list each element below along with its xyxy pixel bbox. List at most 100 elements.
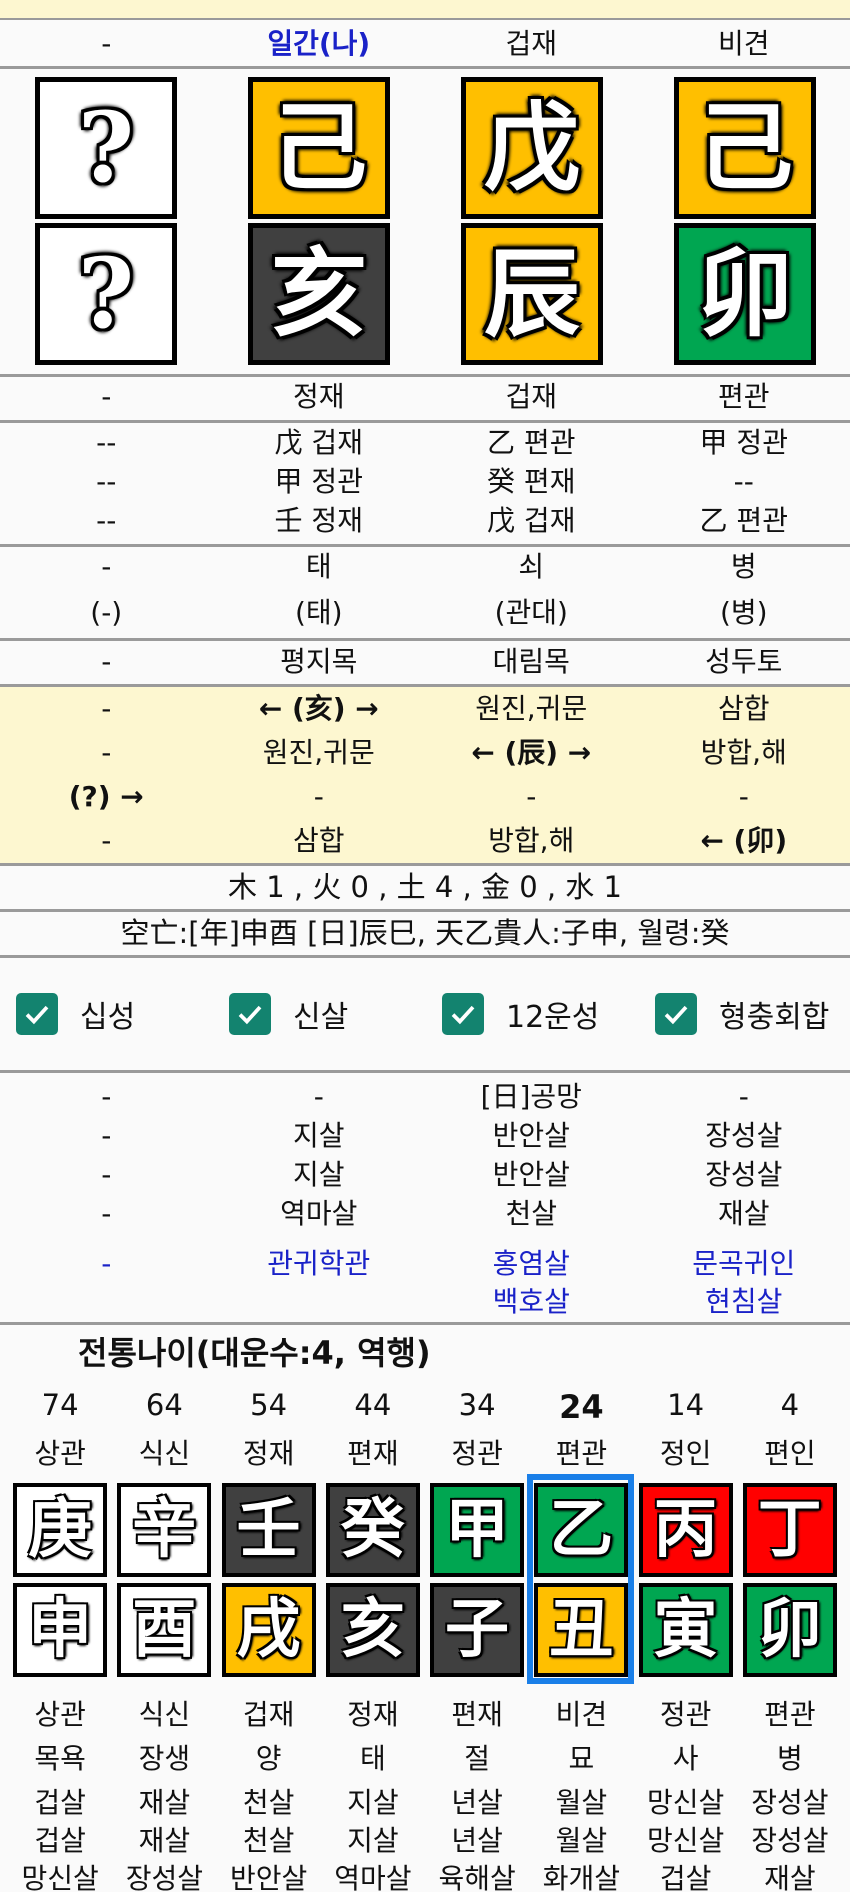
checkbox-icon[interactable] [16, 993, 58, 1035]
branch-card[interactable]: ? [35, 223, 177, 365]
stem-card[interactable]: ? [35, 77, 177, 219]
sinsal-item: 지살 [292, 1158, 345, 1191]
hidden-stem: 戊 겁재 [487, 504, 576, 537]
daeun-unseong: 병 [776, 1742, 803, 1775]
unseong: 태 [305, 550, 332, 583]
unseong: - [101, 550, 112, 583]
gongmang-line: 空亡:[年]申酉 [日]辰巳, 天乙貴人:子申, 월령:癸 [120, 916, 730, 950]
daeun-branch-card[interactable]: 寅 [638, 1583, 733, 1677]
daeun-stem-card[interactable]: 庚 [13, 1483, 107, 1577]
stem-card[interactable]: 己 [674, 77, 816, 219]
daeun-branch-card[interactable]: 卯 [742, 1583, 837, 1677]
sinsal-item: [日]공망 [480, 1080, 582, 1113]
hidden-stem: -- [96, 504, 117, 537]
sinsal-item: 재살 [717, 1197, 770, 1230]
sinsal-special: 현침살 [705, 1285, 783, 1318]
daeun-age[interactable]: 14 [634, 1388, 738, 1426]
sinsal-special: 백호살 [492, 1285, 570, 1318]
daeun-sinsal-row: 겁살 재살 천살 지살 년살 월살 망신살 장성살 [8, 1781, 842, 1821]
branch-card[interactable]: 卯 [674, 223, 816, 365]
pillar-header: 겁재 [505, 27, 558, 60]
hidden-stem: 甲 정관 [699, 426, 788, 459]
napeum-row: - 평지목 대림목 성두토 [0, 643, 850, 681]
checkbox-4[interactable]: 형충회합 [655, 992, 829, 1036]
daeun-stem-card[interactable]: 癸 [325, 1483, 420, 1577]
sinsal-special [213, 1283, 426, 1321]
sinsal-item: 지살 [292, 1119, 345, 1152]
daeun-age[interactable]: 44 [321, 1388, 425, 1426]
daeun-sinsal: 망신살 [646, 1786, 725, 1819]
checkbox-label: 십성 [80, 1000, 136, 1035]
hanja-char: 酉 [132, 1592, 197, 1667]
daeun-stem-card[interactable]: 丙 [638, 1483, 733, 1577]
stem-card[interactable]: 戊 [461, 77, 603, 219]
sinsal-item: - [101, 1080, 112, 1113]
daeun-stem-card[interactable]: 辛 [117, 1483, 212, 1577]
daeun-sinsal: 재살 [138, 1786, 191, 1819]
branch-sipsung: - [101, 380, 112, 413]
hidden-stem-row: -- 甲 정관 癸 편재 -- [0, 463, 850, 501]
branch-card[interactable]: 辰 [461, 223, 603, 365]
stem-card[interactable]: 己 [248, 77, 390, 219]
hidden-stem: 乙 편관 [699, 504, 788, 537]
hidden-stem: 乙 편관 [487, 426, 576, 459]
relation: 원진,귀문 [475, 692, 588, 725]
checkmark-icon [25, 1005, 49, 1025]
daeun-branch-card[interactable]: 戌 [221, 1583, 316, 1677]
hanja-char: 戊 [484, 91, 580, 204]
daeun-age[interactable]: 64 [112, 1388, 216, 1426]
unseong-alt: (병) [719, 596, 768, 629]
hanja-char: 亥 [271, 237, 367, 350]
daeun-branch-card[interactable]: 酉 [117, 1583, 212, 1677]
daeun-branch-card[interactable]: 亥 [325, 1583, 420, 1677]
daeun-stem-card[interactable]: 乙 [534, 1483, 629, 1577]
daeun-age[interactable]: 4 [738, 1388, 842, 1426]
checkbox-icon[interactable] [655, 993, 697, 1035]
branch-card[interactable]: 亥 [248, 223, 390, 365]
daeun-branch-card[interactable]: 申 [13, 1583, 107, 1677]
daeun-age[interactable]: 34 [425, 1388, 529, 1426]
sinsal-item: 역마살 [280, 1197, 358, 1230]
hanja-char: ? [77, 237, 135, 350]
relation-row: - 원진,귀문 ← (辰) → 방합,해 [0, 734, 850, 772]
checkbox-icon[interactable] [229, 993, 271, 1035]
divider [0, 909, 850, 912]
daeun-stem-card[interactable]: 壬 [221, 1483, 316, 1577]
hanja-char: 辛 [132, 1492, 197, 1567]
daeun-stem-card[interactable]: 甲 [430, 1483, 524, 1577]
daeun-branch-card[interactable]: 丑 [534, 1583, 629, 1677]
daeun-branch-card[interactable]: 子 [430, 1583, 524, 1677]
daeun-age[interactable]: 24 [529, 1388, 633, 1426]
daeun-sinsal: 육해살 [438, 1862, 516, 1892]
divider [0, 374, 850, 377]
checkbox-icon[interactable] [442, 993, 484, 1035]
daeun-stem-sipsung: 정재 [242, 1437, 295, 1470]
checkbox-1[interactable]: 십성 [16, 992, 135, 1036]
daeun-stem-card[interactable]: 丁 [742, 1483, 837, 1577]
unseong-alt: (관대) [494, 596, 568, 629]
pillar-header-row: - 일간(나) 겁재 비견 [0, 25, 850, 63]
daeun-sinsal: 화개살 [542, 1862, 621, 1892]
daeun-sinsal: 지살 [347, 1786, 399, 1819]
daeun-unseong: 묘 [568, 1742, 595, 1775]
checkbox-3[interactable]: 12운성 [442, 992, 599, 1036]
sinsal-item: - [101, 1158, 112, 1191]
branch-sipsung: 편관 [717, 380, 770, 413]
relation: - [313, 780, 324, 813]
hidden-stem: 戊 겁재 [274, 426, 363, 459]
checkbox-2[interactable]: 신살 [229, 992, 348, 1036]
hanja-char: ? [77, 91, 135, 204]
sinsal-special [0, 1283, 213, 1321]
divider [0, 544, 850, 547]
daeun-sinsal: 망신살 [646, 1824, 725, 1857]
daeun-age[interactable]: 74 [8, 1388, 112, 1426]
daeun-title: 전통나이(대운수:4, 역행) [78, 1334, 431, 1372]
checkbox-label: 12운성 [506, 1000, 600, 1035]
hanja-char: 卯 [697, 237, 793, 350]
daeun-age[interactable]: 54 [217, 1388, 321, 1426]
daeun-branch-sipsung: 식신 [138, 1698, 191, 1731]
hanja-char: 卯 [757, 1592, 822, 1667]
daeun-sinsal: 천살 [242, 1824, 295, 1857]
unseong: 병 [730, 550, 757, 583]
relation: 원진,귀문 [262, 736, 375, 769]
